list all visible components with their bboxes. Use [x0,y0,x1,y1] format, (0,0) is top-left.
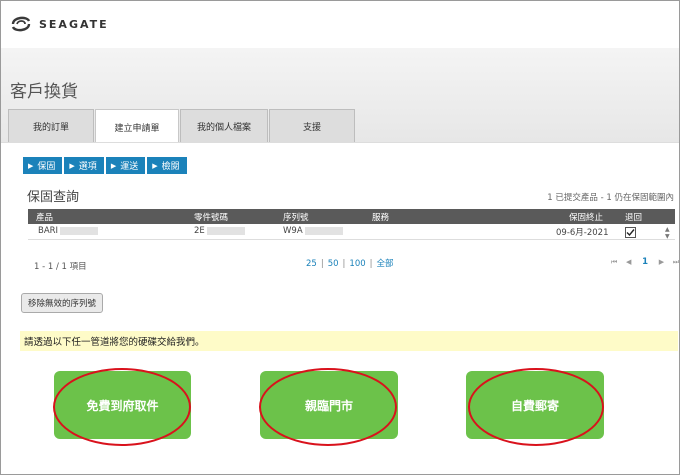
table-row[interactable]: BARI 2E W9A 09-6月-2021 ▲ ▼ [28,224,675,240]
page-size-selector: 25 | 50 | 100 | 全部 [306,257,394,269]
table-header: 產品 零件號碼 序列號 服務 保固終止 退回 [28,209,675,224]
last-page-icon[interactable]: ⏭ [673,258,679,266]
remove-invalid-serials-button[interactable]: 移除無效的序列號 [21,293,104,313]
separator: | [320,259,324,269]
separator: | [369,259,373,269]
seagate-logo[interactable]: SEAGATE [9,13,109,35]
prev-page-icon[interactable]: ◀ [626,258,631,266]
play-icon: ▶ [152,161,158,170]
page-size-all[interactable]: 全部 [377,259,394,269]
item-count: 1 - 1 / 1 項目 [34,262,87,272]
visit-store-button[interactable]: 親臨門市 [260,371,398,439]
step-label: 運送 [120,162,139,172]
redacted-block [304,226,343,235]
scroll-up-icon[interactable]: ▲ [665,226,673,233]
free-pickup-button[interactable]: 免費到府取件 [54,371,191,439]
cell-serial: W9A [283,226,343,236]
warranty-summary: 1 已提交產品 - 1 仍在保固範圍內 [547,193,674,203]
warranty-table: 產品 零件號碼 序列號 服務 保固終止 退回 BARI 2E W9A 09-6月… [28,209,675,240]
self-mail-button[interactable]: 自費郵寄 [466,371,604,439]
check-icon [626,229,635,237]
cell-product-text: BARI [38,226,59,236]
seagate-swirl-icon [11,16,31,32]
step-warranty[interactable]: ▶ 保固 [23,157,63,174]
tab-bar: 我的訂單 建立申請單 我的個人檔案 支援 [8,109,356,145]
next-page-icon[interactable]: ▶ [659,258,664,266]
play-icon: ▶ [110,161,117,170]
column-header-service[interactable]: 服務 [372,211,389,223]
column-header-returned[interactable]: 退回 [625,211,642,223]
separator: | [342,259,346,269]
scroll-down-icon[interactable]: ▼ [665,233,673,240]
pagination: ⏮ ◀ 1 ▶ ⏭ [608,257,680,267]
cell-part-number: 2E [194,226,245,236]
step-bar: ▶ 保固 ▶ 選項 ▶ 運送 ▶ 檢閱 [23,157,189,174]
step-options[interactable]: ▶ 選項 [64,157,104,174]
step-label: 檢閱 [161,162,180,172]
play-icon: ▶ [69,161,75,170]
current-page[interactable]: 1 [642,257,648,267]
tab-support[interactable]: 支援 [269,109,355,143]
redacted-block [206,226,245,235]
tab-my-orders[interactable]: 我的訂單 [8,109,94,143]
page-size-100[interactable]: 100 [349,259,365,269]
cell-product: BARI [38,226,99,236]
column-header-product[interactable]: 產品 [36,211,53,223]
logo-text: SEAGATE [39,17,109,31]
table-footer: 1 - 1 / 1 項目 25 | 50 | 100 | 全部 ⏮ ◀ 1 ▶ ⏭ [28,257,679,272]
page-size-25[interactable]: 25 [306,259,317,269]
page-size-50[interactable]: 50 [328,259,339,269]
step-review[interactable]: ▶ 檢閱 [147,157,187,174]
redacted-block [60,226,99,235]
tab-create-request[interactable]: 建立申請單 [95,109,179,145]
column-header-warranty-end[interactable]: 保固終止 [569,211,603,223]
column-header-serial[interactable]: 序列號 [283,211,309,223]
cell-serial-text: W9A [283,226,303,236]
play-icon: ▶ [28,161,34,170]
step-label: 保固 [37,162,56,172]
first-page-icon[interactable]: ⏮ [611,258,617,266]
page-title: 客戶換貨 [10,82,78,102]
section-title: 保固查詢 [27,190,80,205]
tab-my-profile[interactable]: 我的個人檔案 [180,109,268,143]
header-bar: SEAGATE [1,1,679,48]
cell-warranty-end: 09-6月-2021 [556,228,609,238]
delivery-notice: 請透過以下任一管道將您的硬碟交給我們。 [20,331,678,351]
returned-checkbox[interactable] [625,227,636,238]
step-shipping[interactable]: ▶ 運送 [105,157,146,174]
cell-part-number-text: 2E [194,226,205,236]
column-header-part-number[interactable]: 零件號碼 [194,211,228,223]
step-label: 選項 [78,162,97,172]
